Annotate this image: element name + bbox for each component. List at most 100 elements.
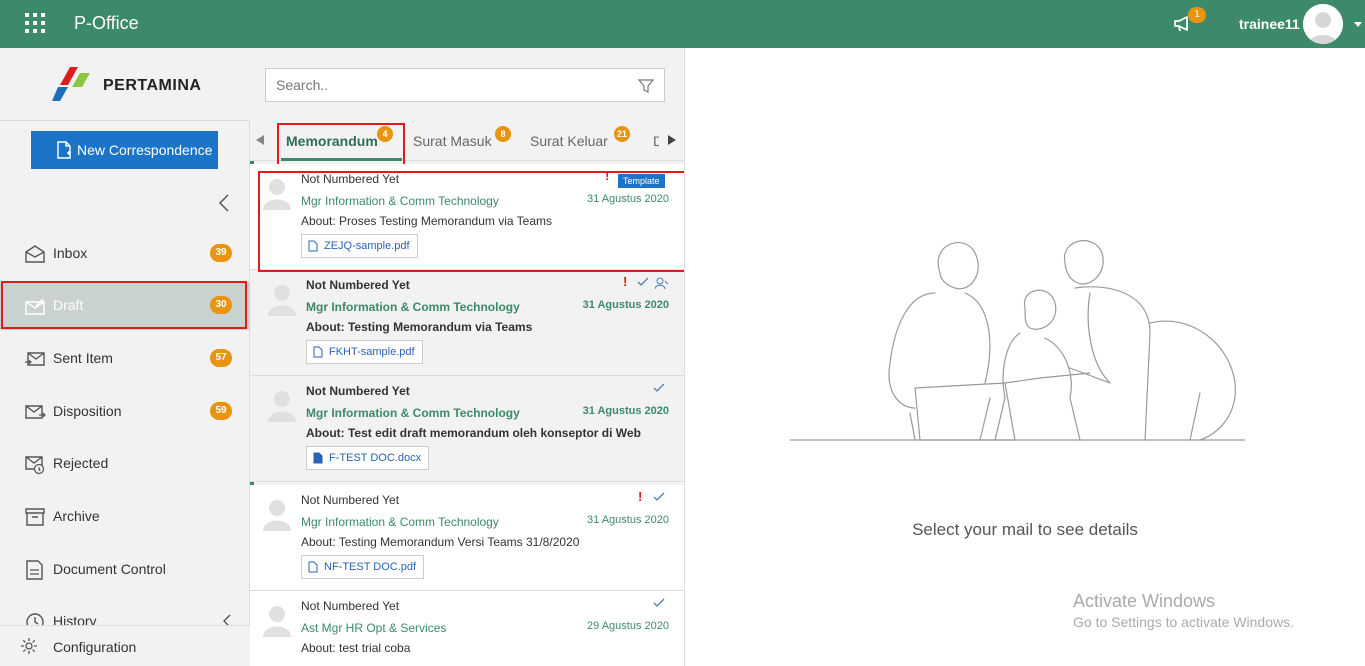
inbox-icon	[25, 245, 45, 263]
sidebar-item-disposition[interactable]: Disposition 59	[0, 388, 250, 436]
pdf-file-icon	[313, 346, 323, 358]
sidebar-item-inbox[interactable]: Inbox 39	[0, 230, 250, 278]
tab-badge: 21	[614, 126, 631, 142]
tab-label: Surat Keluar	[530, 133, 608, 149]
sidebar: PERTAMINA New Correspondence Inbox 39 Dr…	[0, 48, 250, 666]
document-control-icon	[26, 560, 43, 580]
logo-area: PERTAMINA	[0, 48, 250, 121]
user-status-icon	[655, 277, 669, 289]
checkmark-icon	[653, 598, 665, 607]
sidebar-item-label: Document Control	[53, 561, 166, 577]
attachment-chip[interactable]: FKHT-sample.pdf	[306, 340, 423, 364]
sidebar-item-label: Disposition	[53, 403, 122, 419]
avatar	[268, 285, 296, 316]
tab-scroll-right-icon[interactable]	[668, 135, 676, 145]
mail-sender: Mgr Information & Comm Technology	[306, 300, 520, 314]
tab-surat-keluar[interactable]: Surat Keluar 21	[530, 126, 631, 149]
user-avatar[interactable]	[1303, 4, 1343, 44]
disposition-icon	[25, 405, 46, 419]
count-badge: 57	[210, 349, 232, 367]
mail-date: 29 Agustus 2020	[587, 620, 669, 632]
list-item[interactable]: Not Numbered Yet Ast Mgr HR Opt & Servic…	[250, 591, 684, 666]
sidebar-item-label: Sent Item	[53, 350, 113, 366]
mail-detail-panel: Select your mail to see details Activate…	[685, 48, 1365, 666]
sidebar-item-document-control[interactable]: Document Control	[0, 546, 250, 594]
sidebar-item-label: Inbox	[53, 245, 88, 261]
top-bar: P-Office 1 trainee11	[0, 0, 1365, 48]
app-title: P-Office	[74, 13, 139, 33]
attachment-name: FKHT-sample.pdf	[329, 346, 415, 358]
chevron-left-icon[interactable]	[218, 194, 230, 212]
mail-sender: Mgr Information & Comm Technology	[301, 515, 499, 529]
tab-scroll-left-icon[interactable]	[256, 135, 264, 145]
checkmark-icon	[637, 277, 649, 286]
mail-subject: About: Testing Memorandum Versi Teams 31…	[301, 535, 580, 549]
filter-icon[interactable]	[638, 78, 654, 94]
apps-grid-icon[interactable]	[25, 13, 45, 33]
mail-date: 31 Agustus 2020	[582, 405, 669, 417]
count-badge: 59	[210, 402, 232, 420]
doc-file-icon	[313, 452, 323, 464]
tab-badge: 8	[495, 126, 511, 142]
sidebar-item-label: Archive	[53, 508, 100, 524]
avatar	[268, 391, 296, 422]
avatar	[263, 606, 291, 637]
mail-list-panel: Memorandum 4 Surat Masuk 8 Surat Keluar …	[250, 48, 685, 666]
count-badge: 39	[210, 244, 232, 262]
search-input[interactable]	[276, 77, 626, 93]
new-document-icon	[57, 141, 71, 159]
search-box	[265, 68, 665, 102]
mail-number: Not Numbered Yet	[306, 384, 410, 398]
new-correspondence-label: New Correspondence	[77, 142, 213, 158]
team-illustration	[790, 240, 1245, 441]
empty-state-message: Select your mail to see details	[912, 520, 1138, 539]
important-icon: !	[623, 274, 628, 289]
sidebar-item-archive[interactable]: Archive	[0, 493, 250, 541]
important-icon: !	[638, 489, 643, 504]
attachment-chip[interactable]: NF-TEST DOC.pdf	[301, 555, 425, 579]
tab-overflow[interactable]: D	[653, 133, 659, 149]
attachment-name: F-TEST DOC.docx	[329, 452, 422, 464]
pdf-file-icon	[308, 561, 318, 573]
mail-sender: Ast Mgr HR Opt & Services	[301, 621, 447, 635]
tab-surat-masuk[interactable]: Surat Masuk 8	[413, 126, 511, 149]
sidebar-item-sent[interactable]: Sent Item 57	[0, 335, 250, 383]
caret-down-icon[interactable]	[1354, 22, 1362, 27]
pertamina-logo-icon	[52, 67, 90, 101]
mail-number: Not Numbered Yet	[306, 278, 410, 292]
rejected-icon	[25, 456, 45, 474]
mail-subject: About: Testing Memorandum via Teams	[306, 320, 533, 334]
tab-highlight-frame	[277, 123, 405, 166]
sent-icon	[25, 352, 45, 366]
checkmark-icon	[653, 492, 665, 501]
mail-subject: About: test trial coba	[301, 641, 411, 655]
announcement-badge: 1	[1188, 7, 1206, 23]
draft-highlight-frame	[1, 281, 247, 329]
attachment-name: NF-TEST DOC.pdf	[324, 561, 417, 573]
windows-activation-title: Activate Windows	[1073, 591, 1216, 611]
checkmark-icon	[653, 383, 665, 392]
attachment-chip[interactable]: F-TEST DOC.docx	[306, 446, 430, 470]
list-item[interactable]: Not Numbered Yet ! Mgr Information & Com…	[250, 270, 684, 376]
username[interactable]: trainee11	[1239, 16, 1300, 32]
sidebar-item-rejected[interactable]: Rejected	[0, 440, 250, 488]
mail-highlight-frame	[258, 171, 684, 272]
sidebar-item-configuration[interactable]: Configuration	[0, 625, 250, 666]
list-item[interactable]: Not Numbered Yet ! Mgr Information & Com…	[250, 485, 684, 591]
mail-subject: About: Test edit draft memorandum oleh k…	[306, 426, 641, 440]
mail-number: Not Numbered Yet	[301, 493, 400, 507]
tab-label: Surat Masuk	[413, 133, 492, 149]
mail-date: 31 Agustus 2020	[582, 299, 669, 311]
avatar	[263, 500, 291, 531]
logo-text: PERTAMINA	[103, 77, 202, 94]
sidebar-item-label: Rejected	[53, 455, 109, 471]
new-correspondence-button[interactable]: New Correspondence	[31, 131, 218, 169]
gear-icon	[21, 638, 37, 654]
list-item[interactable]: Not Numbered Yet Mgr Information & Comm …	[250, 376, 684, 482]
mail-date: 31 Agustus 2020	[587, 514, 669, 526]
windows-activation-subtitle: Go to Settings to activate Windows.	[1073, 614, 1294, 630]
configuration-label: Configuration	[53, 639, 137, 655]
mail-sender: Mgr Information & Comm Technology	[306, 406, 520, 420]
archive-icon	[25, 508, 45, 526]
mail-number: Not Numbered Yet	[301, 599, 400, 613]
